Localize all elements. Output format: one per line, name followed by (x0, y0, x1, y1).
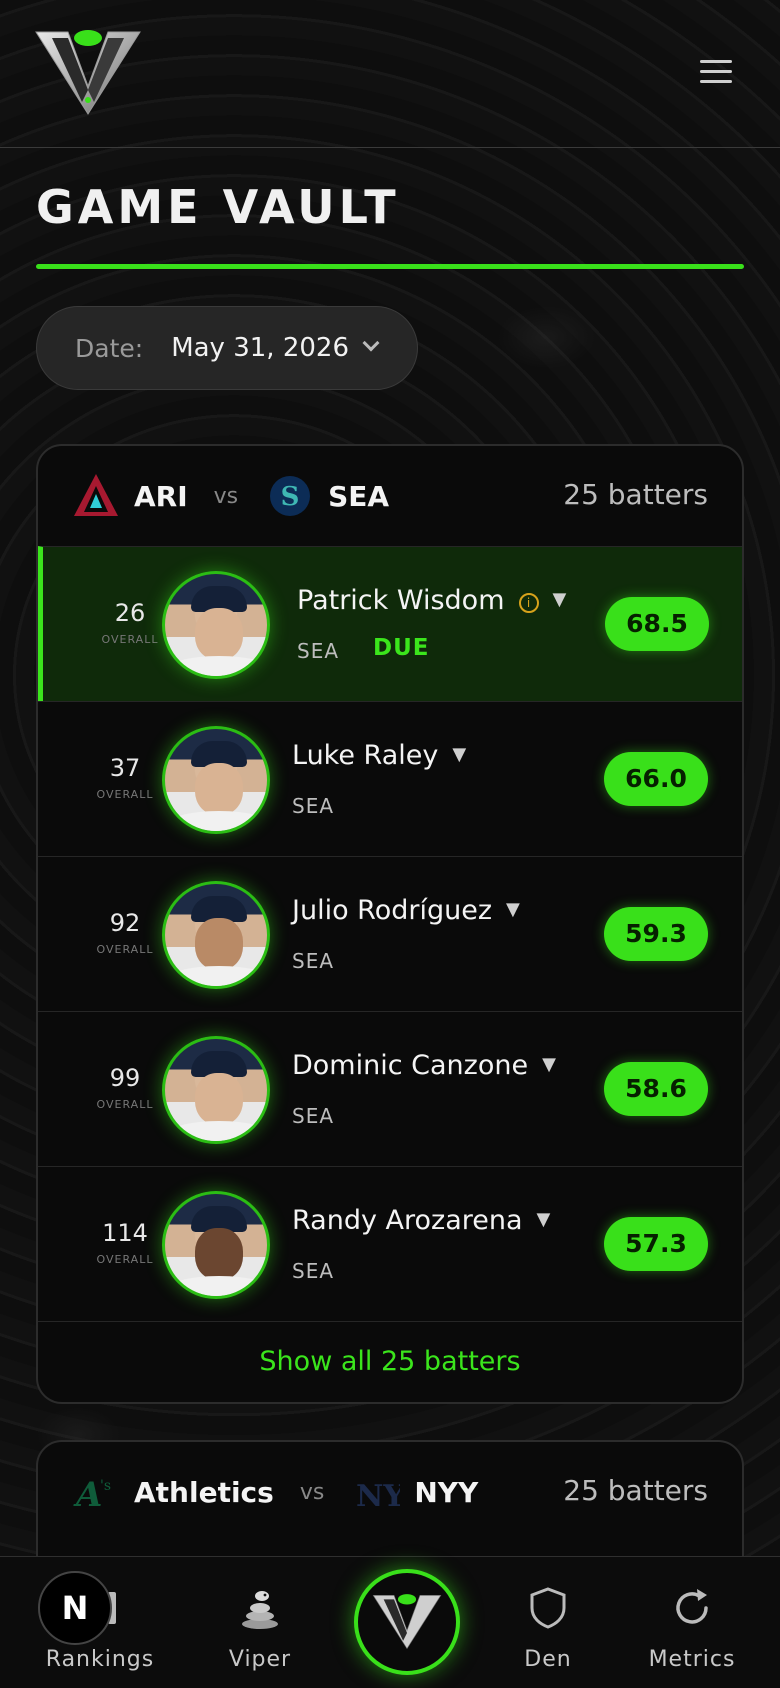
rank-number: 37 (109, 754, 141, 782)
rank-label: OVERALL (101, 633, 159, 646)
chevron-down-icon (362, 334, 380, 352)
rank-label: OVERALL (96, 788, 154, 801)
viper-home-button[interactable] (354, 1569, 460, 1675)
rank-number: 114 (102, 1219, 148, 1247)
athletics-logo-icon: A 's (73, 1475, 111, 1515)
player-name: Randy Arozarena (292, 1205, 523, 1236)
player-avatar (162, 1036, 270, 1144)
svg-text:NY: NY (356, 1479, 400, 1514)
player-avatar (162, 571, 270, 679)
nav-den[interactable]: Den (478, 1583, 618, 1672)
viper-v-logo (372, 1594, 442, 1650)
date-label: Date: (75, 333, 144, 363)
player-row[interactable]: 37 OVERALL Luke Raley ▼ SEA 66.0 (38, 701, 742, 856)
bottom-nav: Rankings N Viper Den Metrics (0, 1556, 780, 1688)
nav-label: Rankings (45, 1647, 155, 1672)
vs-label: vs (299, 1479, 325, 1505)
player-name: Dominic Canzone (292, 1050, 529, 1081)
away-team: SEA (328, 479, 390, 513)
player-name: Patrick Wisdom (297, 585, 505, 616)
player-avatar (162, 726, 270, 834)
score-badge: 57.3 (604, 1217, 708, 1271)
player-name: Julio Rodríguez (292, 895, 493, 926)
away-team: NYY (414, 1475, 479, 1509)
viper-v-logo[interactable] (34, 28, 142, 118)
nav-label: Metrics (648, 1647, 736, 1672)
player-team: SEA (292, 794, 335, 818)
diamondbacks-logo-icon (74, 474, 118, 516)
score-badge: 59.3 (604, 907, 708, 961)
vs-label: vs (213, 483, 239, 509)
player-row[interactable]: 26 OVERALL Patrick Wisdom i ▼ SEA DUE 68.5 (38, 546, 742, 701)
top-bar (0, 0, 780, 148)
caret-down-icon[interactable]: ▼ (537, 1209, 551, 1230)
page-title: GAME VAULT (36, 180, 400, 234)
date-select[interactable]: Date: May 31, 2026 (36, 306, 418, 390)
player-row[interactable]: 92 OVERALL Julio Rodríguez ▼ SEA 59.3 (38, 856, 742, 1011)
nav-viper[interactable]: Viper (190, 1583, 330, 1672)
home-team: ARI (134, 479, 188, 513)
player-name-line: Patrick Wisdom i ▼ (297, 585, 566, 616)
caret-down-icon[interactable]: ▼ (506, 899, 520, 920)
player-name-line: Dominic Canzone ▼ (292, 1050, 556, 1081)
caret-down-icon[interactable]: ▼ (452, 744, 466, 765)
snake-icon (190, 1583, 330, 1633)
player-name: Luke Raley (292, 740, 439, 771)
game-card: ARI vs S SEA 25 batters 26 OVERALL Patri… (36, 444, 744, 1404)
rank-number: 92 (109, 909, 141, 937)
player-team: SEA (292, 1259, 335, 1283)
rank-number: 99 (109, 1064, 141, 1092)
n-badge-icon[interactable]: N (38, 1571, 112, 1645)
player-name-line: Julio Rodríguez ▼ (292, 895, 520, 926)
rank-label: OVERALL (96, 1098, 154, 1111)
home-team: Athletics (134, 1475, 274, 1509)
batters-count: 25 batters (563, 1474, 708, 1507)
svg-text:S: S (281, 482, 300, 512)
title-underline (36, 264, 744, 269)
show-all-batters-link[interactable]: Show all 25 batters (38, 1321, 742, 1401)
player-team: SEA (292, 1104, 335, 1128)
batters-count: 25 batters (563, 478, 708, 511)
player-row[interactable]: 99 OVERALL Dominic Canzone ▼ SEA 58.6 (38, 1011, 742, 1166)
rank-label: OVERALL (96, 943, 154, 956)
player-rank: 37 OVERALL (80, 754, 170, 801)
shield-icon (478, 1583, 618, 1633)
player-rank: 99 OVERALL (80, 1064, 170, 1111)
date-value: May 31, 2026 (171, 333, 349, 363)
score-badge: 66.0 (604, 752, 708, 806)
player-rank: 92 OVERALL (80, 909, 170, 956)
svg-text:'s: 's (100, 1478, 111, 1494)
info-icon[interactable]: i (518, 593, 539, 613)
mariners-logo-icon: S (270, 476, 311, 516)
caret-down-icon[interactable]: ▼ (553, 589, 567, 610)
game-header[interactable]: ARI vs S SEA 25 batters (38, 446, 742, 546)
player-avatar (162, 881, 270, 989)
player-name-line: Luke Raley ▼ (292, 740, 466, 771)
player-team: SEA (297, 639, 340, 663)
player-avatar (162, 1191, 270, 1299)
player-rank: 114 OVERALL (80, 1219, 170, 1266)
yankees-logo-icon: NY (356, 1479, 400, 1514)
refresh-icon (622, 1583, 762, 1633)
rank-number: 26 (114, 599, 146, 627)
player-team: SEA (292, 949, 335, 973)
player-row[interactable]: 114 OVERALL Randy Arozarena ▼ SEA 57.3 (38, 1166, 742, 1321)
nav-label: Den (524, 1647, 572, 1672)
svg-text:A: A (73, 1475, 102, 1515)
game-header[interactable]: A 's Athletics vs NY NYY 25 batters (38, 1442, 742, 1542)
nav-label: Viper (228, 1647, 292, 1672)
score-badge: 58.6 (604, 1062, 708, 1116)
score-badge: 68.5 (605, 597, 709, 651)
player-name-line: Randy Arozarena ▼ (292, 1205, 550, 1236)
rank-label: OVERALL (96, 1253, 154, 1266)
due-badge: DUE (373, 635, 430, 661)
nav-metrics[interactable]: Metrics (622, 1583, 762, 1672)
hamburger-menu-icon[interactable] (700, 60, 732, 86)
caret-down-icon[interactable]: ▼ (542, 1054, 556, 1075)
